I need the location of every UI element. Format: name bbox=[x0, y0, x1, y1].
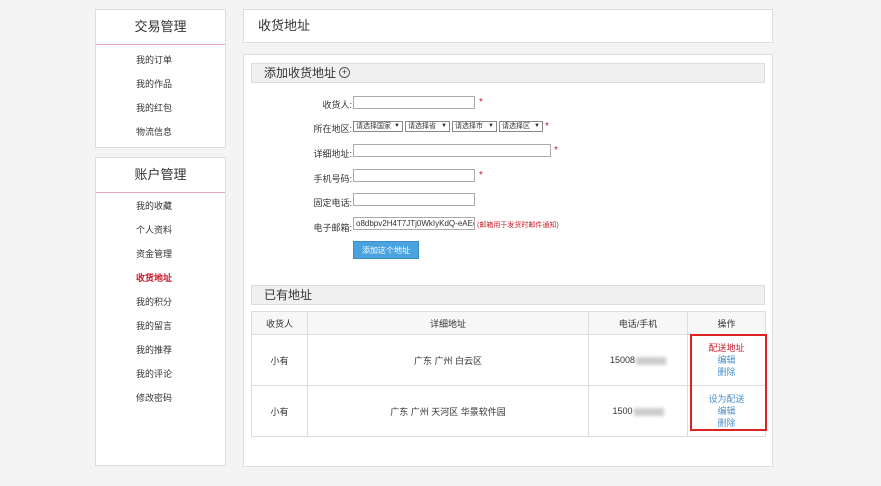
city-select-value: 请选择市 bbox=[455, 123, 483, 130]
address-table: 收货人 详细地址 电话/手机 操作 小有 广东 广州 白云区 15008 配送地… bbox=[251, 311, 766, 437]
mobile-required-mark: * bbox=[479, 170, 483, 181]
sidebar-item-referrals[interactable]: 我的推荐 bbox=[96, 338, 225, 362]
row-receiver: 小有 bbox=[251, 334, 308, 386]
sidebar-item-address[interactable]: 收货地址 bbox=[96, 266, 225, 290]
row-address: 广东 广州 天河区 华景软件园 bbox=[307, 385, 589, 437]
column-header-receiver: 收货人 bbox=[251, 311, 308, 335]
address-label: 详细地址: bbox=[313, 149, 352, 159]
table-row: 小有 广东 广州 白云区 15008 配送地址 编辑 删除 bbox=[251, 334, 766, 386]
row-receiver: 小有 bbox=[251, 385, 308, 437]
address-input[interactable] bbox=[353, 144, 551, 157]
mobile-input[interactable] bbox=[353, 169, 475, 182]
column-header-actions: 操作 bbox=[687, 311, 766, 335]
receiver-label: 收货人: bbox=[322, 100, 352, 110]
sidebar-item-works[interactable]: 我的作品 bbox=[96, 72, 225, 96]
row-phone: 15008 bbox=[588, 334, 688, 386]
highlight-box bbox=[690, 334, 767, 431]
province-select-value: 请选择省 bbox=[408, 123, 436, 130]
add-address-button[interactable]: 添加这个地址 bbox=[353, 241, 419, 259]
existing-address-header: 已有地址 bbox=[251, 285, 765, 305]
receiver-required-mark: * bbox=[479, 97, 483, 108]
country-select[interactable]: 请选择国家 ▼ bbox=[353, 121, 403, 132]
sidebar-item-comments[interactable]: 我的评论 bbox=[96, 362, 225, 386]
sidebar-account-panel: 账户管理 我的收藏 个人资料 资金管理 收货地址 我的积分 我的留言 我的推荐 … bbox=[95, 157, 226, 466]
receiver-input[interactable] bbox=[353, 96, 475, 109]
district-select-value: 请选择区 bbox=[502, 123, 530, 130]
sidebar-item-messages[interactable]: 我的留言 bbox=[96, 314, 225, 338]
email-hint: (邮箱用于发货时邮件通知) bbox=[477, 222, 559, 229]
city-select[interactable]: 请选择市 ▼ bbox=[452, 121, 497, 132]
add-address-form: 收货人: * 所在地区: 请选择国家 ▼ 请选择省 ▼ 请选择市 ▼ 请选择区 ▼ * … bbox=[244, 55, 774, 275]
row-phone-value: 15008 bbox=[609, 355, 636, 365]
existing-address-title: 已有地址 bbox=[264, 288, 313, 302]
sidebar-account-title: 账户管理 bbox=[96, 158, 225, 193]
province-select[interactable]: 请选择省 ▼ bbox=[405, 121, 450, 132]
chevron-down-icon: ▼ bbox=[488, 123, 494, 129]
page-title: 收货地址 bbox=[258, 18, 311, 33]
district-select[interactable]: 请选择区 ▼ bbox=[499, 121, 543, 132]
region-label: 所在地区: bbox=[313, 124, 352, 134]
row-phone-value: 1500 bbox=[612, 406, 633, 416]
sidebar-item-red-packets[interactable]: 我的红包 bbox=[96, 96, 225, 120]
sidebar-trade-panel: 交易管理 我的订单 我的作品 我的红包 物流信息 bbox=[95, 9, 226, 148]
main-panel: 添加收货地址 + 收货人: * 所在地区: 请选择国家 ▼ 请选择省 ▼ 请选择市 ▼ … bbox=[243, 54, 773, 467]
page-title-panel: 收货地址 bbox=[243, 9, 773, 43]
mobile-label: 手机号码: bbox=[313, 174, 352, 184]
address-required-mark: * bbox=[554, 145, 558, 156]
chevron-down-icon: ▼ bbox=[394, 123, 400, 129]
sidebar-item-points[interactable]: 我的积分 bbox=[96, 290, 225, 314]
column-header-phone: 电话/手机 bbox=[588, 311, 688, 335]
table-header-row: 收货人 详细地址 电话/手机 操作 bbox=[251, 311, 766, 335]
phone-input[interactable] bbox=[353, 193, 475, 206]
column-header-address: 详细地址 bbox=[307, 311, 589, 335]
redacted-blur bbox=[633, 407, 664, 416]
sidebar-item-favorites[interactable]: 我的收藏 bbox=[96, 194, 225, 218]
region-required-mark: * bbox=[545, 121, 549, 132]
email-label: 电子邮箱: bbox=[313, 223, 352, 233]
sidebar-item-funds[interactable]: 资金管理 bbox=[96, 242, 225, 266]
sidebar-item-logistics[interactable]: 物流信息 bbox=[96, 120, 225, 144]
chevron-down-icon: ▼ bbox=[441, 123, 447, 129]
chevron-down-icon: ▼ bbox=[534, 123, 540, 129]
sidebar-item-change-password[interactable]: 修改密码 bbox=[96, 386, 225, 410]
email-input[interactable]: o8dbpv2H4T7JTj0WkIyKdQ-eAEeo@ bbox=[353, 217, 475, 230]
phone-label: 固定电话: bbox=[313, 198, 352, 208]
redacted-blur bbox=[636, 356, 667, 365]
row-address: 广东 广州 白云区 bbox=[307, 334, 589, 386]
sidebar-item-orders[interactable]: 我的订单 bbox=[96, 48, 225, 72]
table-row: 小有 广东 广州 天河区 华景软件园 1500 设为配送 编辑 删除 bbox=[251, 385, 766, 437]
sidebar-trade-title: 交易管理 bbox=[96, 10, 225, 45]
row-phone: 1500 bbox=[588, 385, 688, 437]
sidebar-item-profile[interactable]: 个人资料 bbox=[96, 218, 225, 242]
country-select-value: 请选择国家 bbox=[356, 123, 391, 130]
